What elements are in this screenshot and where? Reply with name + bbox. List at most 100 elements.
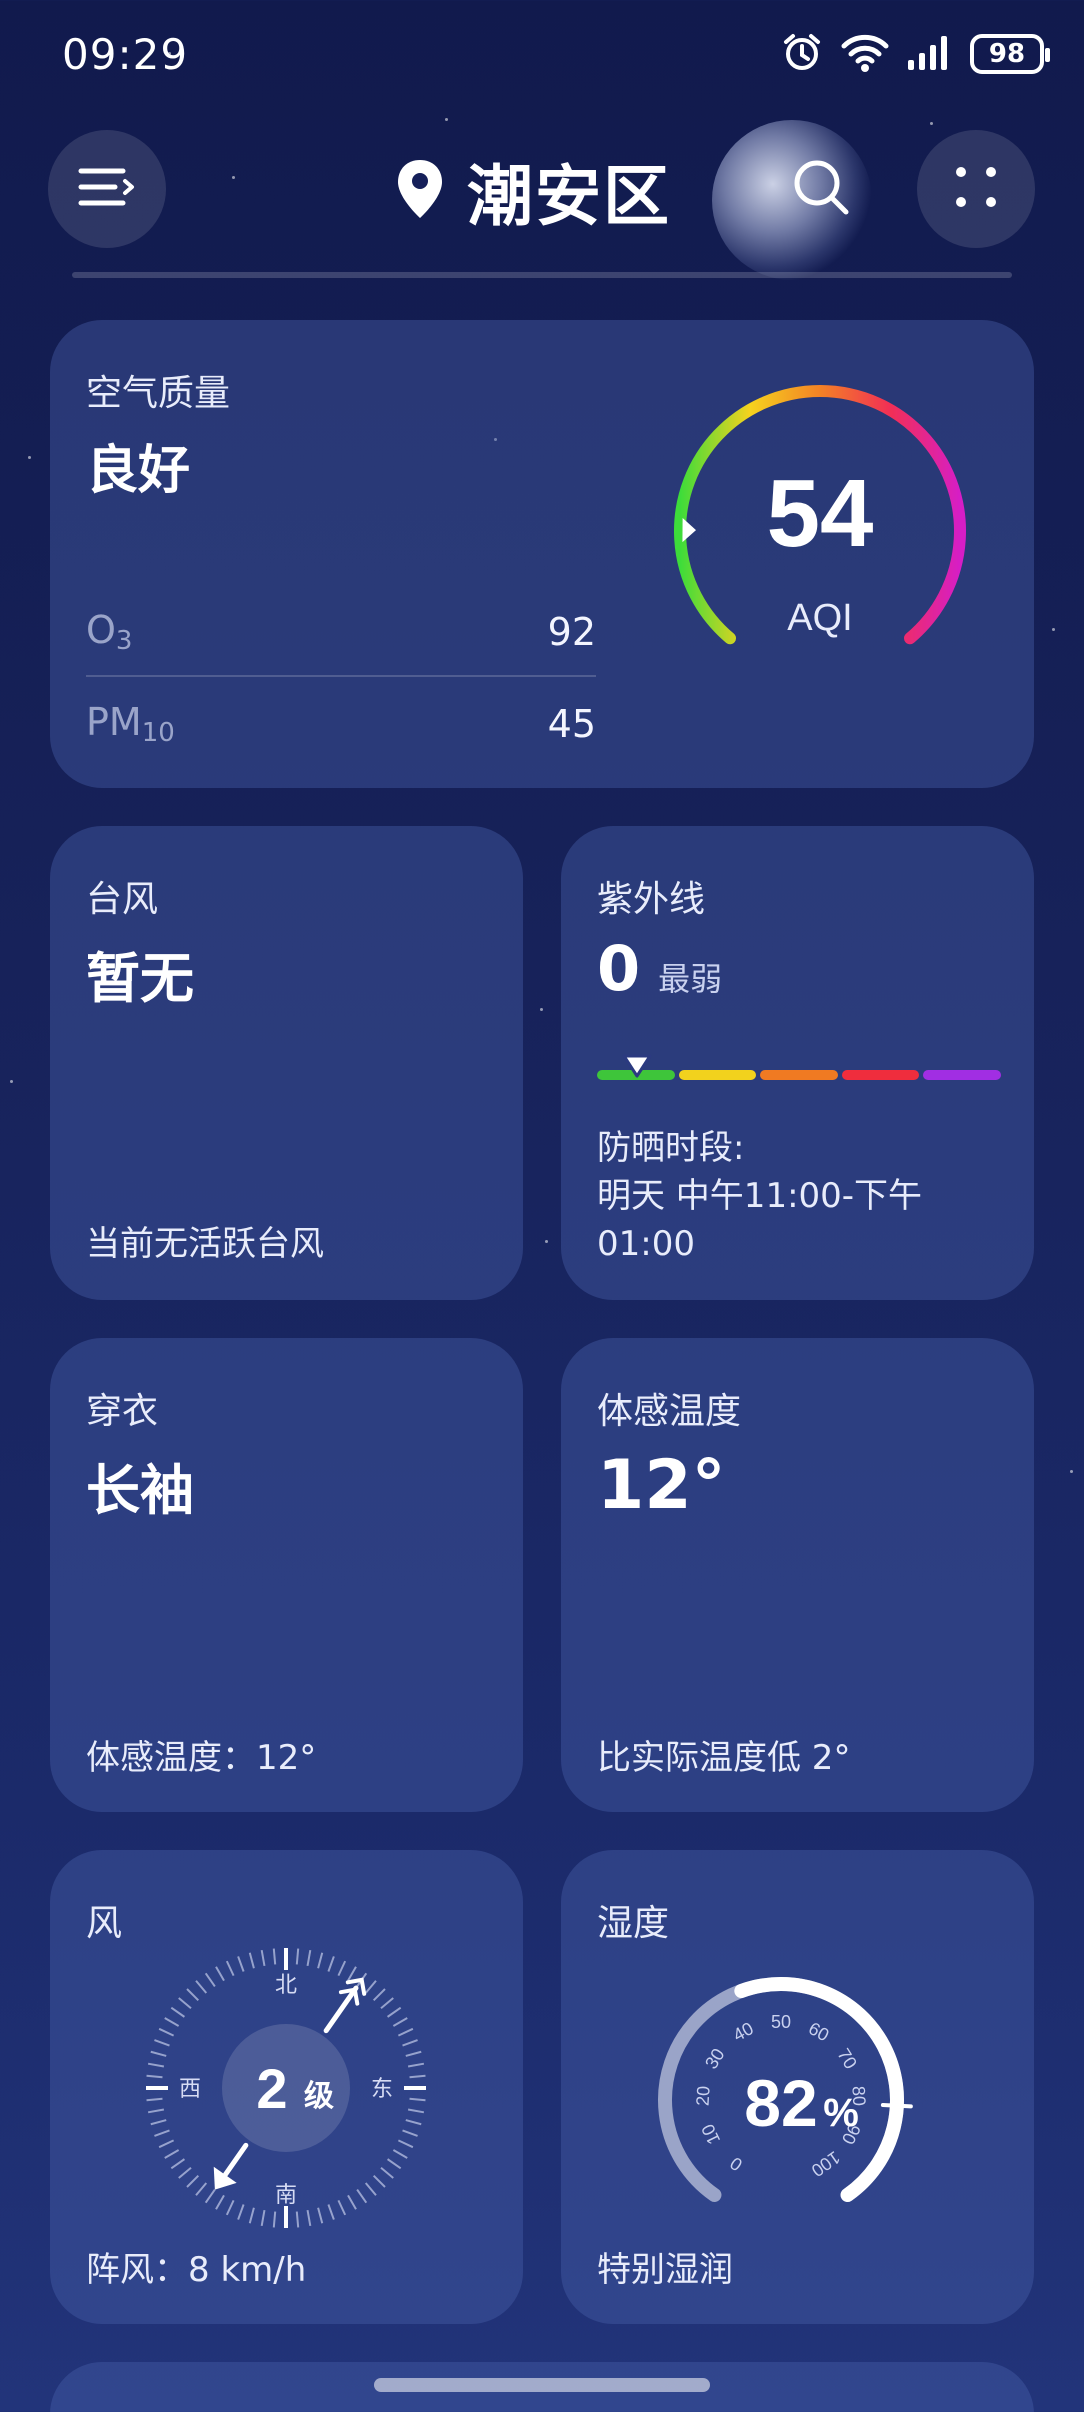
location-pin-icon — [395, 158, 445, 224]
compass-tick — [225, 2199, 235, 2216]
humidity-card[interactable]: 湿度 0 10 20 30 40 50 60 70 80 90 100 82 % 特别湿润 — [561, 1850, 1034, 2324]
battery-level: 98 — [988, 39, 1026, 69]
compass-tick — [347, 1966, 357, 1982]
air-quality-card[interactable]: 空气质量 良好 O3 92 PM10 45 54 AQI — [50, 320, 1034, 788]
wind-compass: 北 南 西 东 2 级 — [146, 1948, 426, 2228]
uv-protect-block: 防晒时段: 明天 中午11:00-下午 01:00 — [597, 1124, 922, 1268]
pollutant-row-o3: O3 92 — [86, 586, 596, 678]
aqi-pointer — [682, 518, 697, 543]
humidity-tick-label: 30 — [701, 2045, 729, 2073]
star — [1052, 628, 1055, 631]
star — [28, 456, 31, 459]
feels-like-title: 体感温度 — [597, 1391, 742, 1432]
compass-tick — [409, 2097, 426, 2102]
uv-title: 紫外线 — [597, 879, 706, 920]
uv-scale-segment — [923, 1070, 1001, 1080]
compass-tick — [170, 2006, 185, 2018]
status-time: 09:29 — [62, 30, 189, 79]
compass-tick — [186, 2174, 200, 2188]
compass-tick — [407, 2062, 425, 2068]
uv-marker — [622, 1054, 652, 1078]
location-title[interactable]: 潮安区 — [395, 148, 671, 235]
dressing-title: 穿衣 — [86, 1391, 159, 1432]
compass-tick — [317, 2207, 324, 2224]
compass-north-label: 北 — [275, 1973, 297, 1998]
compass-tick — [164, 2017, 180, 2027]
signal-icon — [906, 32, 954, 76]
more-dots-icon — [951, 162, 1001, 216]
humidity-tick-label: 40 — [730, 2018, 757, 2045]
compass-east-label: 东 — [371, 2077, 393, 2102]
wind-card[interactable]: 风 北 南 西 东 2 级 阵风：8 km/h — [50, 1850, 523, 2324]
compass-tick — [364, 2182, 377, 2196]
compass-tick — [272, 2211, 277, 2228]
humidity-tick-label: 60 — [805, 2018, 832, 2045]
uv-protect-label: 防晒时段: — [597, 1128, 745, 1168]
home-indicator[interactable] — [374, 2378, 710, 2392]
compass-tick — [409, 2074, 426, 2079]
wind-title: 风 — [86, 1903, 123, 1944]
uv-scale-segment — [760, 1070, 838, 1080]
star — [10, 1080, 13, 1083]
compass-tick — [204, 2189, 216, 2204]
humidity-note: 特别湿润 — [597, 2250, 733, 2290]
aqi-value: 54 — [767, 460, 874, 567]
compass-tick — [407, 2108, 425, 2114]
typhoon-status: 暂无 — [86, 947, 194, 1010]
compass-tick — [147, 2108, 165, 2114]
uv-scale-segment — [841, 1070, 920, 1080]
uv-index: 0 — [597, 932, 641, 1005]
compass-tick — [397, 2027, 414, 2037]
star — [1070, 1470, 1073, 1473]
compass-tick — [225, 1960, 235, 1977]
compass-tick — [170, 2158, 185, 2170]
uv-scale-segment — [678, 1070, 757, 1080]
dressing-card[interactable]: 穿衣 长袖 体感温度：12° — [50, 1338, 523, 1812]
wind-level-number: 2 — [256, 2057, 287, 2120]
compass-tick — [356, 2189, 368, 2204]
feels-like-value: 12° — [597, 1446, 726, 1525]
compass-tick — [272, 1948, 277, 1965]
compass-tick — [158, 2027, 175, 2037]
typhoon-card[interactable]: 台风 暂无 当前无活跃台风 — [50, 826, 523, 1300]
search-button[interactable] — [762, 130, 880, 248]
humidity-title: 湿度 — [597, 1903, 670, 1944]
compass-tick — [186, 1988, 200, 2002]
compass-tick — [372, 1988, 386, 2002]
compass-tick — [178, 1997, 192, 2010]
humidity-tick-label: 10 — [698, 2121, 725, 2148]
dressing-note: 体感温度：12° — [86, 1738, 317, 1778]
humidity-tick-label: 70 — [833, 2045, 861, 2073]
compass-tick — [317, 1952, 324, 1969]
menu-icon — [77, 165, 137, 213]
typhoon-title: 台风 — [86, 879, 159, 920]
compass-tick — [146, 2097, 163, 2102]
compass-tick — [364, 1980, 377, 1994]
compass-tick — [327, 2204, 335, 2220]
search-icon — [789, 155, 853, 223]
compass-tick — [150, 2050, 167, 2057]
humidity-tick-label: 20 — [693, 2085, 714, 2106]
compass-tick — [215, 2194, 225, 2210]
compass-tick — [260, 2209, 266, 2227]
more-button[interactable] — [917, 130, 1035, 248]
dressing-advice: 长袖 — [86, 1459, 194, 1522]
compass-west-label: 西 — [179, 2077, 201, 2102]
compass-tick — [347, 2194, 357, 2210]
compass-tick — [387, 2006, 402, 2018]
compass-tick — [147, 2062, 165, 2068]
humidity-tick-label: 50 — [771, 2012, 791, 2032]
compass-tick — [164, 2149, 180, 2159]
uv-card[interactable]: 紫外线 0 最弱 防晒时段: 明天 中午11:00-下午 01:00 — [561, 826, 1034, 1300]
compass-tick — [405, 2050, 422, 2057]
feels-like-card[interactable]: 体感温度 12° 比实际温度低 2° — [561, 1338, 1034, 1812]
compass-tick — [402, 2039, 418, 2047]
humidity-value-unit: % — [823, 2091, 859, 2135]
pollutant-value: 92 — [547, 610, 596, 654]
compass-tick — [150, 2119, 167, 2126]
compass-tick — [337, 1960, 347, 1977]
compass-tick — [195, 1980, 208, 1994]
compass-tick — [380, 1997, 394, 2010]
compass-tick — [146, 2074, 163, 2079]
menu-button[interactable] — [48, 130, 166, 248]
